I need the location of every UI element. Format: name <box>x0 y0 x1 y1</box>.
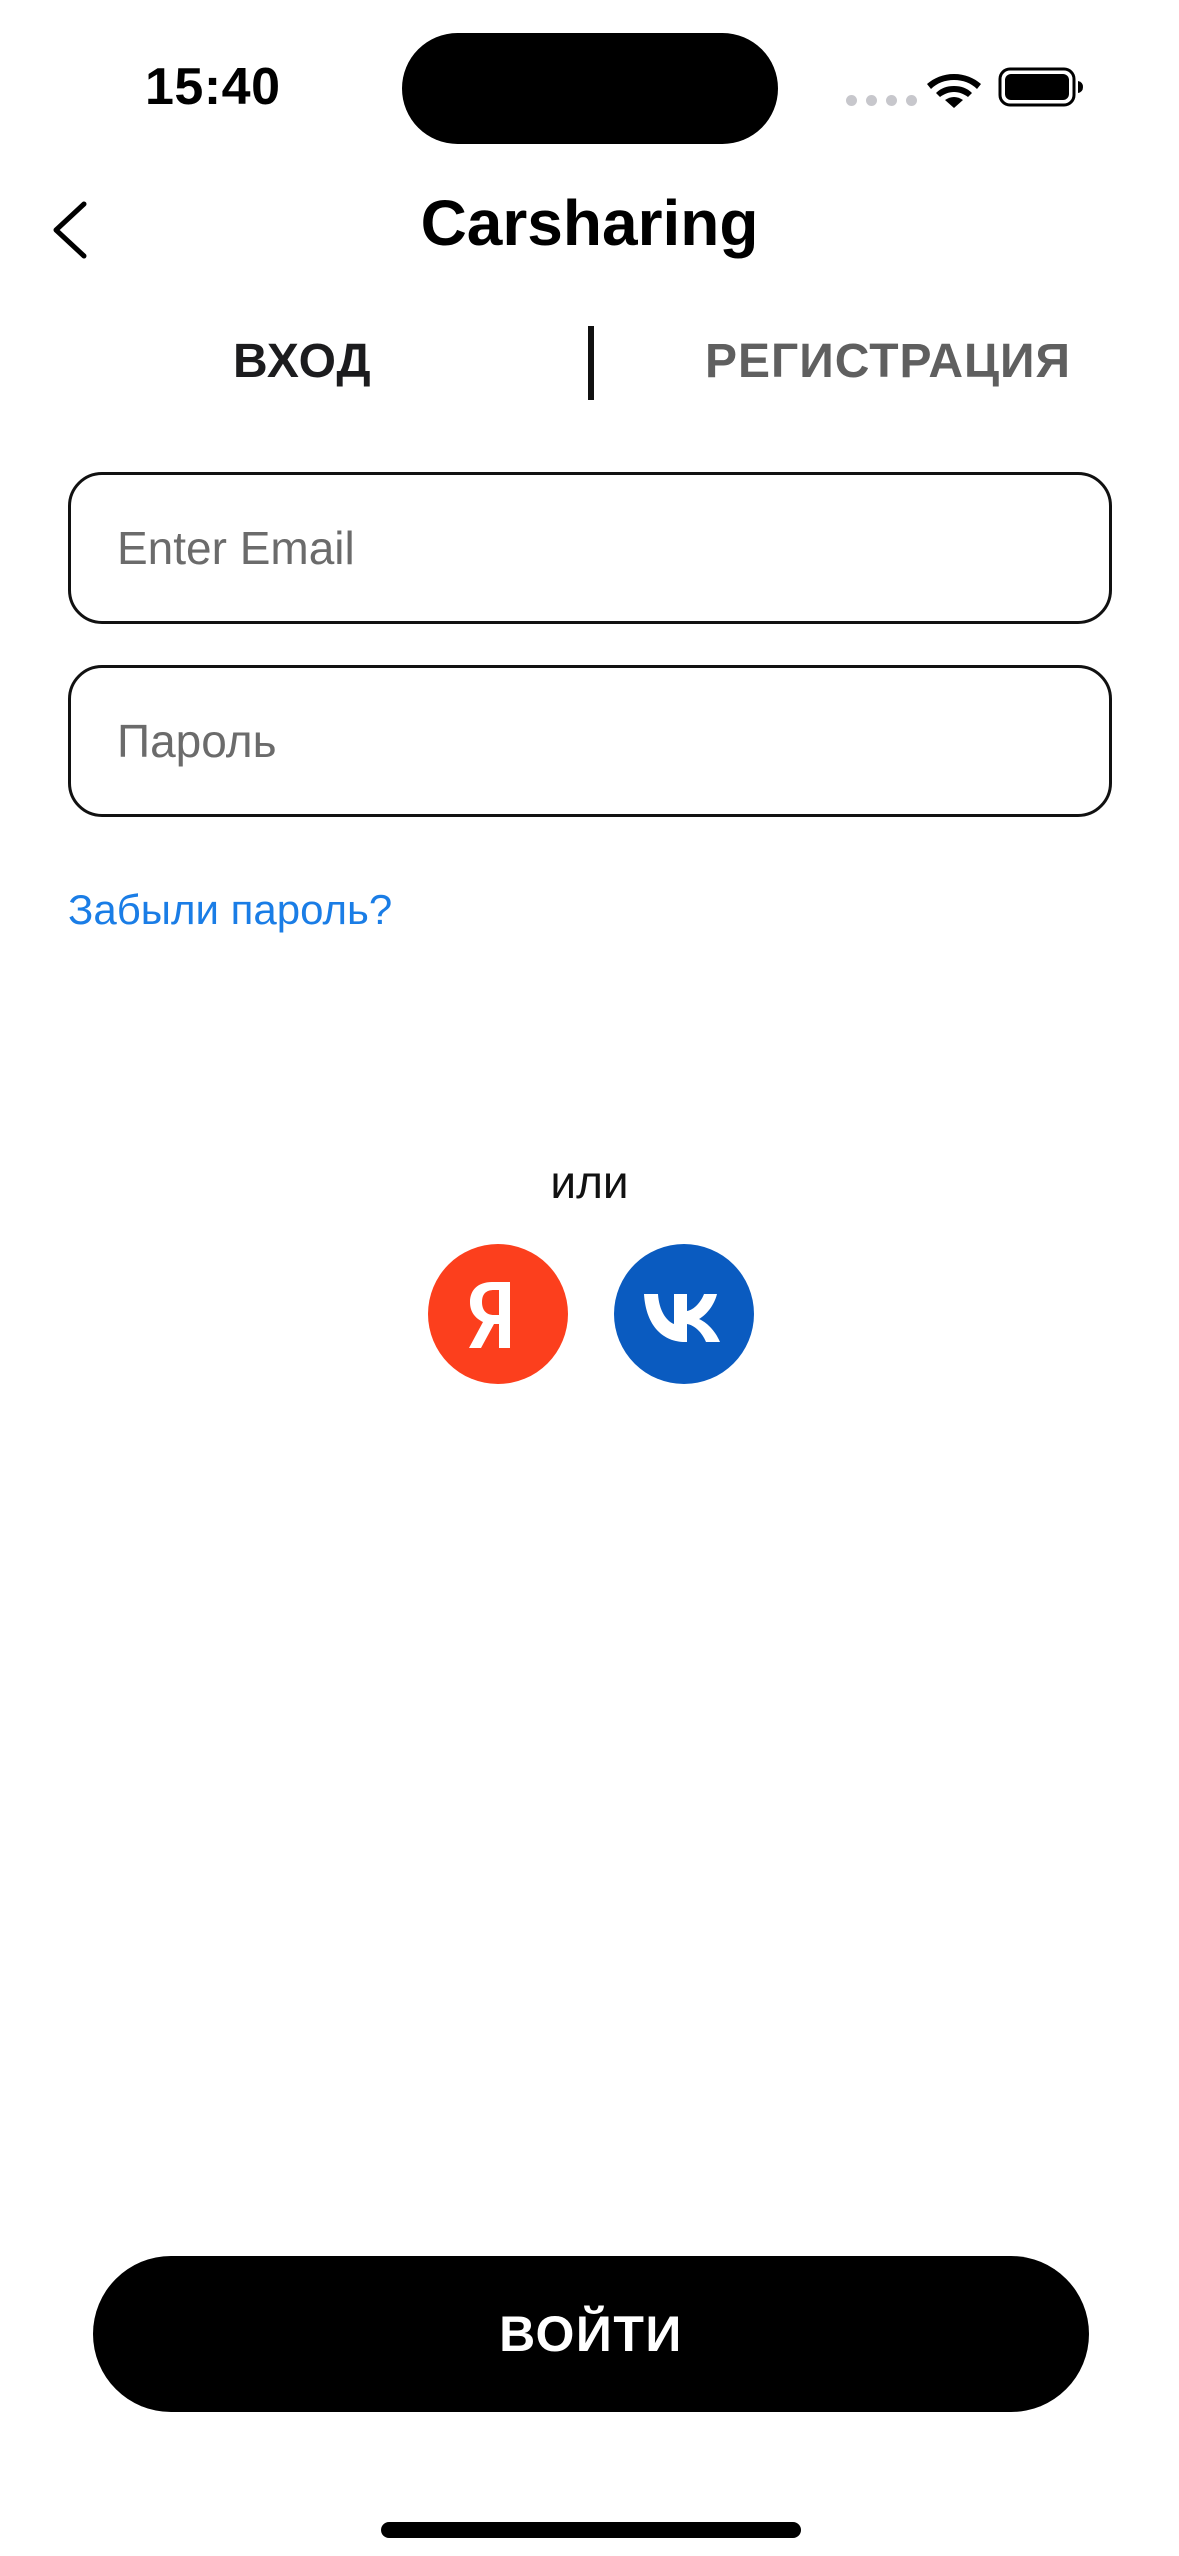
dynamic-island <box>402 33 778 144</box>
forgot-password-link[interactable]: Забыли пароль? <box>68 880 392 940</box>
vk-icon <box>644 1294 720 1342</box>
wifi-icon <box>927 74 981 108</box>
status-time: 15:40 <box>145 58 281 116</box>
or-separator-text: или <box>550 1156 629 1208</box>
page-title: Carsharing <box>420 187 759 259</box>
battery-icon <box>998 67 1083 107</box>
yandex-icon <box>469 1282 510 1348</box>
email-field[interactable] <box>117 475 1057 621</box>
yandex-login-button[interactable] <box>428 1244 568 1384</box>
vk-login-button[interactable] <box>614 1244 754 1384</box>
password-field[interactable] <box>117 668 1057 814</box>
password-field-container <box>68 665 1112 817</box>
tab-divider <box>588 326 594 400</box>
cellular-signal-icon <box>846 95 917 106</box>
tab-registration[interactable]: РЕГИСТРАЦИЯ <box>705 330 1071 394</box>
login-button[interactable]: ВОЙТИ <box>93 2256 1089 2412</box>
home-indicator <box>381 2522 801 2538</box>
email-field-container <box>68 472 1112 624</box>
tab-login[interactable]: ВХОД <box>233 330 372 394</box>
